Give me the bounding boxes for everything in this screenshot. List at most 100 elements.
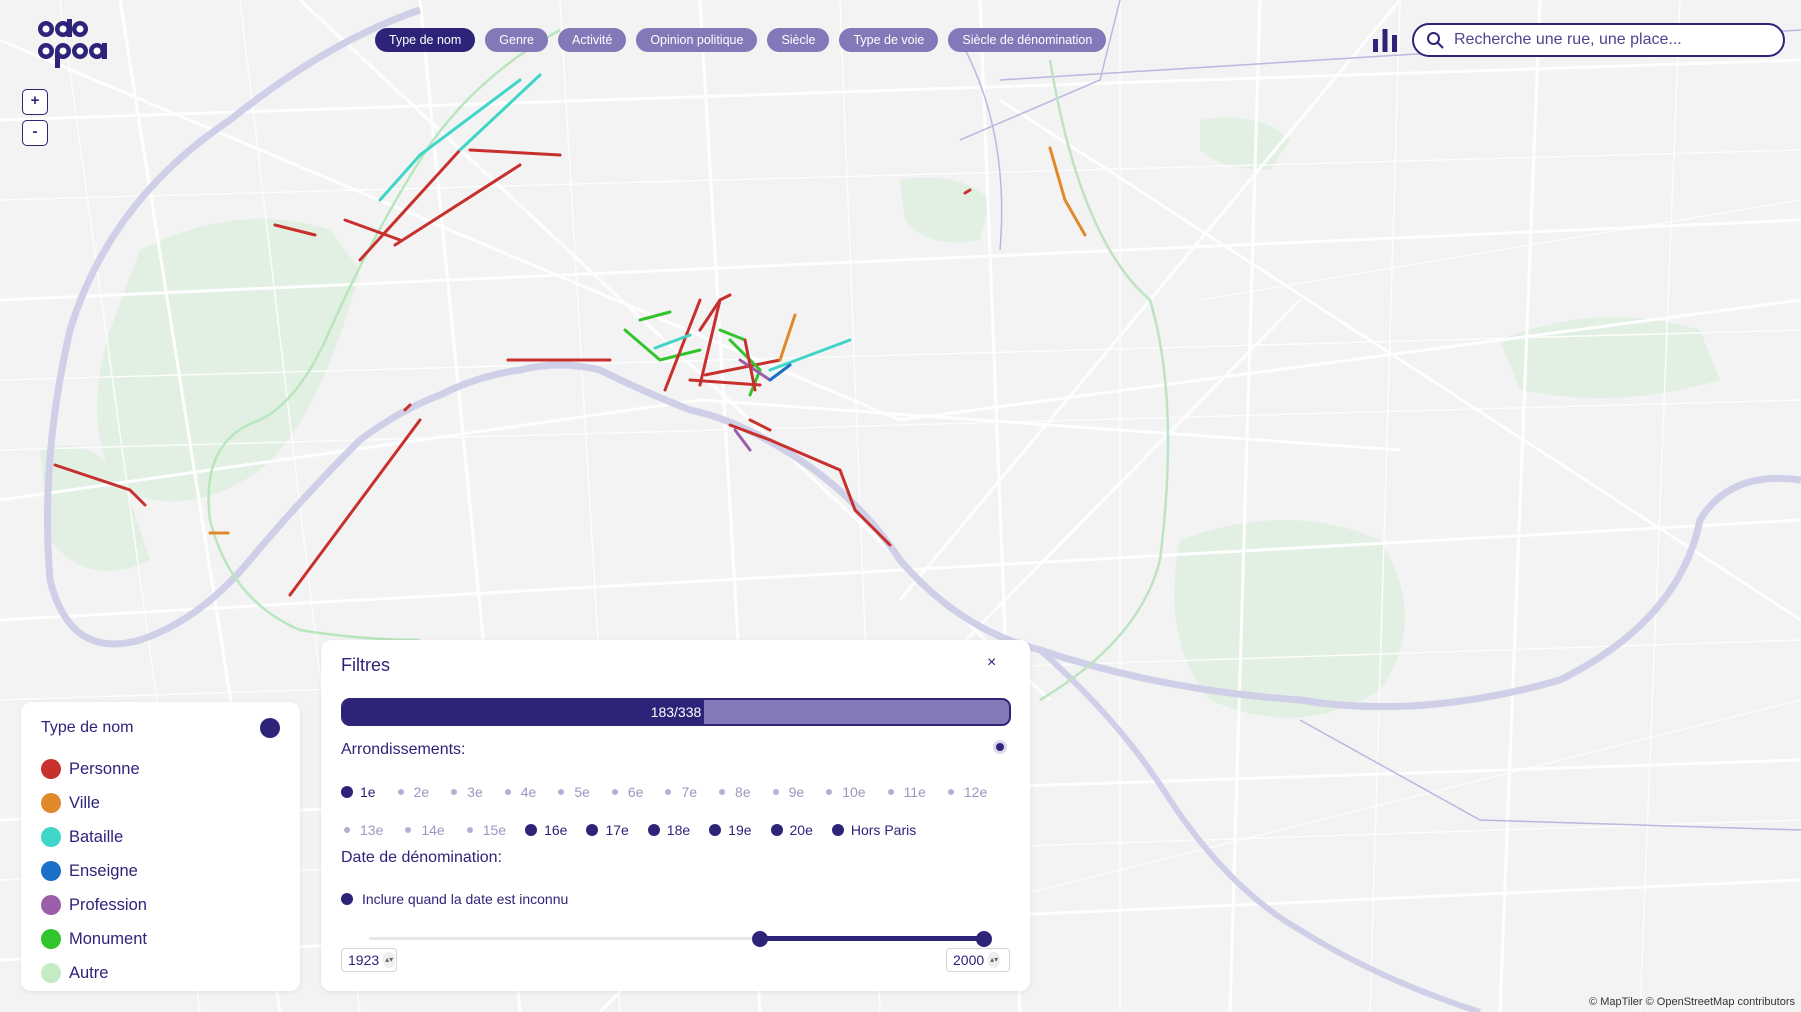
arrondissement-18e[interactable]: 18e xyxy=(647,822,691,838)
arrondissement-hors-paris[interactable]: Hors Paris xyxy=(831,822,917,838)
arrondissement-label: 19e xyxy=(728,822,752,838)
arrondissement-dot xyxy=(770,824,783,836)
filter-pill-type-de-voie[interactable]: Type de voie xyxy=(839,28,939,52)
arrondissement-dot xyxy=(405,827,412,833)
search-input[interactable] xyxy=(1454,31,1754,49)
close-icon[interactable]: × xyxy=(987,654,996,672)
arrondissement-17e[interactable]: 17e xyxy=(586,822,629,838)
arrondissement-9e[interactable]: 9e xyxy=(770,784,804,800)
arrondissement-label: 8e xyxy=(735,784,751,800)
arrondissement-dot xyxy=(344,827,350,833)
arrondissement-dot xyxy=(611,789,618,795)
legend-item-monument[interactable]: Monument xyxy=(41,922,280,956)
include-unknown-radio[interactable] xyxy=(341,893,353,905)
legend-item-label: Ville xyxy=(69,793,100,812)
arrondissement-label: 7e xyxy=(681,784,698,800)
arrondissement-20e[interactable]: 20e xyxy=(770,822,813,838)
arrondissement-label: 5e xyxy=(574,784,590,800)
search-icon xyxy=(1427,32,1444,49)
arrondissement-label: 4e xyxy=(520,784,537,800)
legend-swatch xyxy=(41,827,61,847)
arrondissement-19e[interactable]: 19e xyxy=(709,822,752,838)
arrondissement-dot xyxy=(466,827,473,833)
filter-pill-type-de-nom[interactable]: Type de nom xyxy=(375,28,476,52)
results-progress-bar: 183/338 xyxy=(341,698,1011,726)
legend-swatch xyxy=(41,963,61,983)
date-from-input[interactable]: 1923 ▴▾ xyxy=(341,948,397,972)
date-to-spinner[interactable]: ▴▾ xyxy=(988,952,1001,968)
legend-item-autre[interactable]: Autre xyxy=(41,956,280,990)
arrondissements-toggle-all[interactable] xyxy=(993,740,1007,754)
legend-item-profession[interactable]: Profession xyxy=(41,888,280,922)
legend-swatch xyxy=(41,861,61,881)
arrondissement-5e[interactable]: 5e xyxy=(555,784,590,800)
arrondissement-1e[interactable]: 1e xyxy=(341,784,376,800)
arrondissement-3e[interactable]: 3e xyxy=(448,784,483,800)
arrondissement-label: 6e xyxy=(627,784,644,800)
filter-pill-activite[interactable]: Activité xyxy=(558,28,627,52)
legend-item-label: Personne xyxy=(69,759,140,778)
arrondissement-dot xyxy=(525,824,538,836)
arrondissement-label: 16e xyxy=(544,822,568,838)
search-box[interactable] xyxy=(1412,23,1785,57)
arrondissement-2e[interactable]: 2e xyxy=(395,784,429,800)
arrondissement-11e[interactable]: 11e xyxy=(885,784,926,800)
arrondissement-label: 15e xyxy=(482,822,507,838)
arrondissement-dot xyxy=(504,789,511,795)
legend-title: Type de nom xyxy=(41,719,134,736)
arrondissement-label: 13e xyxy=(360,822,384,838)
filter-pill-genre[interactable]: Genre xyxy=(485,28,549,52)
arrondissement-7e[interactable]: 7e xyxy=(662,784,697,800)
include-unknown-date-option[interactable]: Inclure quand la date est inconnu xyxy=(341,891,568,907)
category-filters: Type de nom Genre Activité Opinion polit… xyxy=(375,28,1107,52)
arrondissement-label: Hors Paris xyxy=(850,822,917,838)
arrondissement-label: 3e xyxy=(467,784,483,800)
bar-chart-icon[interactable] xyxy=(1372,27,1398,53)
filter-pill-opinion-politique[interactable]: Opinion politique xyxy=(636,28,758,52)
slider-handle-to[interactable] xyxy=(976,931,992,947)
arrondissement-label: 14e xyxy=(421,822,445,838)
filter-pill-siecle-de-denomination[interactable]: Siècle de dénomination xyxy=(948,28,1107,52)
legend-item-label: Profession xyxy=(69,895,147,914)
map-attribution: © MapTiler © OpenStreetMap contributors xyxy=(1589,996,1795,1008)
legend-item-enseigne[interactable]: Enseigne xyxy=(41,854,280,888)
arrondissement-dot xyxy=(709,824,722,836)
odocapa-logo[interactable] xyxy=(36,16,118,68)
arrondissement-label: 12e xyxy=(963,784,988,800)
arrondissement-13e[interactable]: 13e xyxy=(341,822,383,838)
zoom-out-button[interactable]: - xyxy=(22,120,48,146)
arrondissement-dot xyxy=(647,824,660,836)
legend-swatch xyxy=(41,895,61,915)
arrondissement-4e[interactable]: 4e xyxy=(502,784,537,800)
arrondissement-dot xyxy=(887,789,894,795)
arrondissement-10e[interactable]: 10e xyxy=(823,784,866,800)
legend-swatch xyxy=(41,793,61,813)
arrondissement-dot xyxy=(947,789,954,795)
legend-item-bataille[interactable]: Bataille xyxy=(41,820,280,854)
arrondissement-dot xyxy=(772,789,779,795)
date-range-slider[interactable] xyxy=(369,930,992,948)
arrondissement-dot xyxy=(826,789,833,795)
include-unknown-label: Inclure quand la date est inconnu xyxy=(362,891,569,907)
date-from-spinner[interactable]: ▴▾ xyxy=(383,952,396,968)
legend-item-personne[interactable]: Personne xyxy=(41,752,280,786)
arrondissement-16e[interactable]: 16e xyxy=(525,822,567,838)
arrondissement-6e[interactable]: 6e xyxy=(609,784,644,800)
legend-swatch xyxy=(41,929,61,949)
legend-swatch xyxy=(41,759,61,779)
arrondissement-8e[interactable]: 8e xyxy=(716,784,751,800)
arrondissement-dot xyxy=(397,789,404,795)
legend-item-ville[interactable]: Ville xyxy=(41,786,280,820)
legend-toggle[interactable] xyxy=(260,718,280,738)
slider-handle-from[interactable] xyxy=(751,931,768,947)
legend-item-label: Enseigne xyxy=(69,861,138,880)
zoom-in-button[interactable]: + xyxy=(22,89,48,115)
arrondissements-row-2: 13e 14e 15e 16e 17e 18e 19e 20e Hors Paris xyxy=(341,822,935,838)
date-to-value: 2000 xyxy=(953,952,985,968)
filter-pill-siecle[interactable]: Siècle xyxy=(767,28,830,52)
arrondissement-14e[interactable]: 14e xyxy=(402,822,445,838)
arrondissement-15e[interactable]: 15e xyxy=(464,822,506,838)
date-to-input[interactable]: 2000 ▴▾ xyxy=(946,948,1010,972)
arrondissement-12e[interactable]: 12e xyxy=(945,784,987,800)
arrondissement-label: 18e xyxy=(666,822,691,838)
